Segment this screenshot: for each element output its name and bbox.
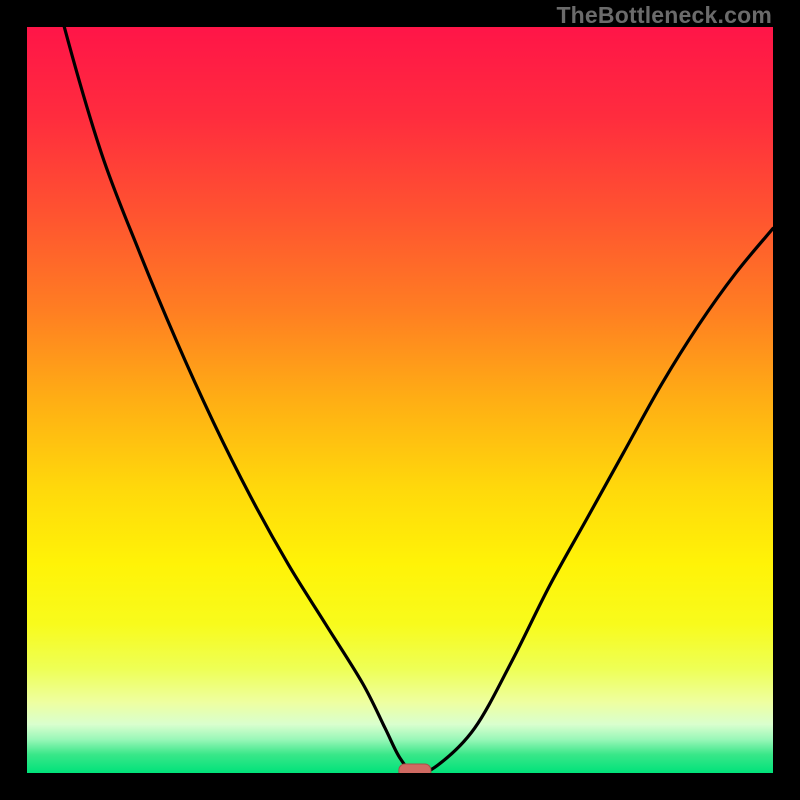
chart-frame: TheBottleneck.com [0, 0, 800, 800]
gradient-background [27, 27, 773, 773]
chart-plot [27, 27, 773, 773]
watermark-text: TheBottleneck.com [556, 2, 772, 29]
optimal-marker [399, 764, 431, 773]
